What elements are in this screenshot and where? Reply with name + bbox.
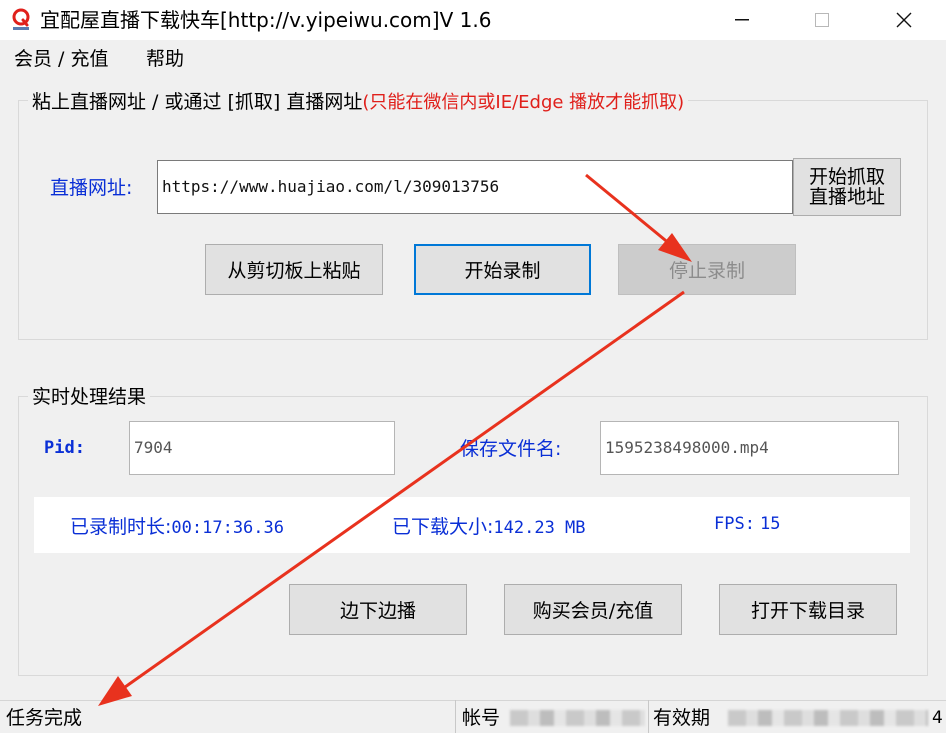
status-divider bbox=[648, 700, 649, 733]
grab-url-button-line2: 直播地址 bbox=[808, 186, 885, 208]
fps-label: FPS: bbox=[714, 514, 755, 534]
fps-info: FPS: 15 bbox=[714, 514, 781, 534]
status-account-redacted bbox=[510, 710, 645, 726]
duration-value: 00:17:36.36 bbox=[171, 518, 284, 538]
url-label: 直播网址: bbox=[50, 177, 133, 199]
status-expiry-label: 有效期 bbox=[653, 707, 711, 729]
close-button[interactable] bbox=[864, 0, 944, 40]
fps-value: 15 bbox=[760, 514, 781, 534]
pid-field[interactable]: 7904 bbox=[129, 421, 395, 475]
filename-field[interactable]: 1595238498000.mp4 bbox=[600, 421, 899, 475]
app-logo-icon bbox=[10, 8, 32, 32]
play-while-download-button[interactable]: 边下边播 bbox=[289, 584, 467, 635]
grab-url-button[interactable]: 开始抓取 直播地址 bbox=[793, 158, 901, 216]
status-task: 任务完成 bbox=[6, 707, 83, 729]
paste-clipboard-button[interactable]: 从剪切板上粘贴 bbox=[205, 244, 383, 295]
pid-label: Pid: bbox=[44, 438, 85, 458]
size-label: 已下载大小: bbox=[392, 516, 494, 538]
open-download-folder-button[interactable]: 打开下载目录 bbox=[719, 584, 897, 635]
status-expiry-redacted bbox=[728, 710, 928, 726]
duration-label: 已录制时长: bbox=[70, 516, 172, 538]
duration-info: 已录制时长:00:17:36.36 bbox=[70, 512, 284, 539]
status-end-char: 4 bbox=[932, 708, 943, 728]
url-group-title-text: 粘上直播网址 / 或通过 [抓取] 直播网址 bbox=[32, 91, 363, 113]
window-title: 宜配屋直播下载快车[http://v.yipeiwu.com]V 1.6 bbox=[40, 8, 492, 32]
result-group-title: 实时处理结果 bbox=[28, 384, 151, 410]
status-divider bbox=[455, 700, 456, 733]
maximize-button[interactable] bbox=[782, 0, 862, 40]
menu-bar bbox=[0, 40, 946, 76]
close-icon bbox=[896, 12, 912, 28]
start-record-button[interactable]: 开始录制 bbox=[414, 244, 591, 295]
url-group bbox=[18, 100, 928, 340]
size-info: 已下载大小:142.23 MB bbox=[392, 512, 586, 539]
grab-url-button-line1: 开始抓取 bbox=[808, 166, 885, 188]
menu-help[interactable]: 帮助 bbox=[146, 46, 184, 72]
maximize-icon bbox=[815, 13, 829, 27]
menu-membership[interactable]: 会员 / 充值 bbox=[14, 46, 108, 72]
url-input[interactable]: https://www.huajiao.com/l/309013756 bbox=[157, 160, 793, 214]
size-value: 142.23 MB bbox=[493, 518, 586, 538]
stop-record-button[interactable]: 停止录制 bbox=[618, 244, 796, 295]
buy-membership-button[interactable]: 购买会员/充值 bbox=[504, 584, 682, 635]
filename-label: 保存文件名: bbox=[460, 438, 562, 460]
url-group-title: 粘上直播网址 / 或通过 [抓取] 直播网址(只能在微信内或IE/Edge 播放… bbox=[28, 89, 689, 116]
minimize-button[interactable] bbox=[702, 0, 782, 40]
status-account-label: 帐号 bbox=[462, 707, 501, 729]
url-group-note: (只能在微信内或IE/Edge 播放才能抓取) bbox=[362, 92, 685, 113]
minimize-icon bbox=[735, 19, 749, 21]
